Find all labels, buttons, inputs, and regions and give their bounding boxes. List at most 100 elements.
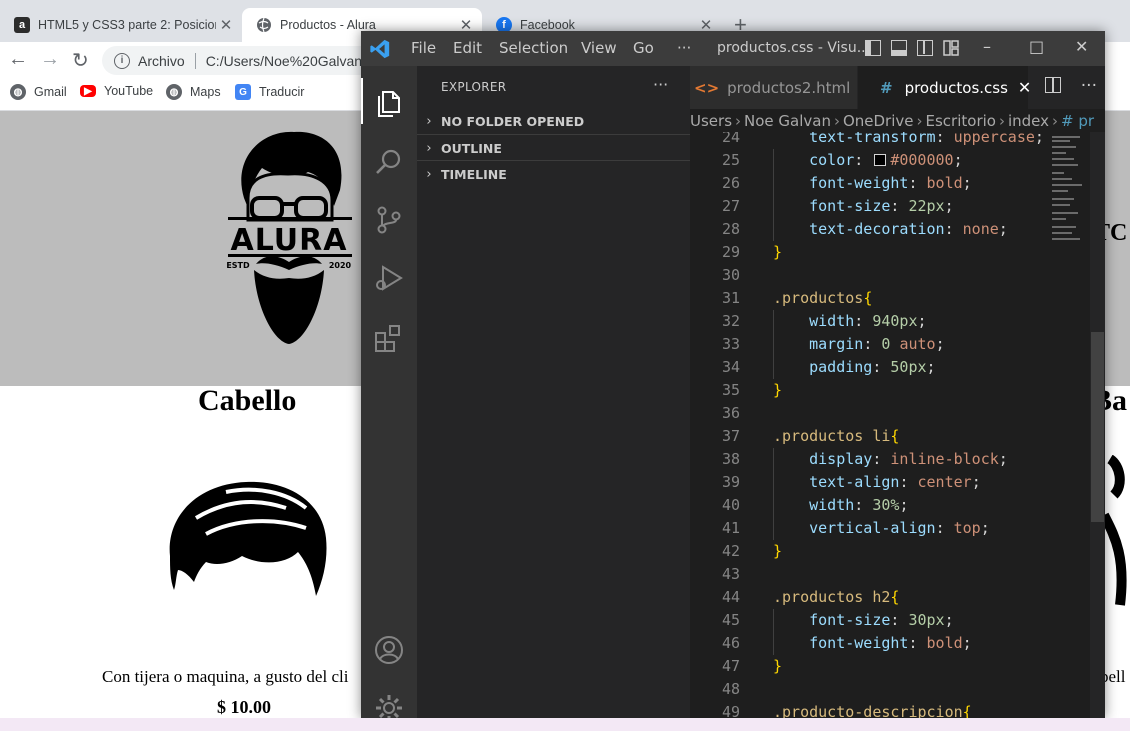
info-icon[interactable]: i: [114, 52, 130, 69]
breadcrumb-item[interactable]: Users: [690, 112, 732, 130]
indent-guide: [773, 149, 774, 241]
chevron-right-icon: ›: [426, 113, 432, 129]
bookmark-youtube[interactable]: ▶ YouTube: [80, 84, 153, 98]
run-and-debug-icon[interactable]: [373, 262, 405, 294]
tab-productos-css[interactable]: # productos.css ✕: [858, 66, 1031, 109]
toggle-secondary-sidebar-icon[interactable]: [917, 40, 933, 56]
code-line[interactable]: 25 color: #000000;: [690, 149, 1048, 172]
menu-edit[interactable]: Edit: [453, 39, 482, 57]
code-line[interactable]: 33 margin: 0 auto;: [690, 333, 1048, 356]
code-line[interactable]: 47}: [690, 655, 1048, 678]
menu-go[interactable]: Go: [633, 39, 654, 57]
extensions-icon[interactable]: [373, 322, 405, 354]
more-actions-icon[interactable]: ···: [1081, 76, 1097, 96]
code-line[interactable]: 39 text-align: center;: [690, 471, 1048, 494]
explorer-icon[interactable]: [373, 86, 405, 118]
toggle-panel-icon[interactable]: [891, 40, 907, 56]
section-outline[interactable]: › OUTLINE: [417, 134, 690, 161]
menu-more[interactable]: ···: [677, 39, 691, 57]
code-line[interactable]: 41 vertical-align: top;: [690, 517, 1048, 540]
bookmark-maps[interactable]: ◍ Maps: [166, 84, 221, 100]
section-timeline[interactable]: › TIMELINE: [417, 160, 690, 187]
code-text: padding: 50px;: [773, 358, 936, 376]
line-number: 35: [721, 381, 740, 399]
breadcrumb: Users › Noe Galvan › OneDrive › Escritorio ›…: [690, 112, 1095, 130]
code-line[interactable]: 26 font-weight: bold;: [690, 172, 1048, 195]
minimize-button[interactable]: –: [983, 37, 991, 56]
forward-arrow-icon[interactable]: →: [40, 48, 60, 71]
close-tab-icon[interactable]: ✕: [1018, 78, 1031, 97]
alura-logo: ALURA ESTD 2020: [226, 131, 352, 344]
breadcrumb-item[interactable]: OneDrive: [843, 112, 914, 130]
code-line[interactable]: 32 width: 940px;: [690, 310, 1048, 333]
bookmark-traducir[interactable]: G Traducir: [235, 84, 304, 100]
globe-icon: [256, 17, 272, 33]
bookmark-label: Traducir: [259, 85, 305, 99]
code-line[interactable]: 43: [690, 563, 1048, 586]
code-line[interactable]: 31 .productos{: [690, 287, 1048, 310]
code-line[interactable]: 46 font-weight: bold;: [690, 632, 1048, 655]
code-line[interactable]: 36: [690, 402, 1048, 425]
breadcrumb-item[interactable]: index: [1008, 112, 1049, 130]
tab-title: HTML5 y CSS3 parte 2: Posiciona: [38, 18, 216, 32]
code-line[interactable]: 48: [690, 678, 1048, 701]
code-line[interactable]: 45 font-size: 30px;: [690, 609, 1048, 632]
code-line[interactable]: 28 text-decoration: none;: [690, 218, 1048, 241]
back-arrow-icon[interactable]: ←: [8, 48, 28, 71]
menu-selection[interactable]: Selection: [499, 39, 568, 57]
alura-favicon-icon: a: [14, 17, 30, 33]
code-line[interactable]: 30: [690, 264, 1048, 287]
minimap[interactable]: [1048, 132, 1090, 718]
code-line[interactable]: 44 .productos h2{: [690, 586, 1048, 609]
globe-icon: ◍: [166, 84, 182, 100]
breadcrumb-item[interactable]: # pr: [1061, 112, 1094, 130]
browser-tab-html5-course[interactable]: a HTML5 y CSS3 parte 2: Posiciona ✕: [0, 8, 242, 42]
code-line[interactable]: 40 width: 30%;: [690, 494, 1048, 517]
reload-icon[interactable]: ↻: [72, 48, 89, 73]
code-line[interactable]: 24 text-transform: uppercase;: [690, 132, 1048, 149]
vscode-logo-icon: [370, 39, 390, 59]
split-editor-icon[interactable]: [1045, 77, 1062, 93]
line-number: 33: [721, 335, 740, 353]
code-line[interactable]: 42}: [690, 540, 1048, 563]
accounts-icon[interactable]: [373, 634, 405, 666]
settings-gear-icon[interactable]: [373, 692, 405, 718]
maximize-button[interactable]: □: [1029, 37, 1044, 56]
breadcrumb-item[interactable]: Escritorio: [926, 112, 996, 130]
menu-file[interactable]: File: [411, 39, 436, 57]
breadcrumb-item[interactable]: Noe Galvan: [744, 112, 831, 130]
code-editor[interactable]: 24 text-transform: uppercase; 25 color: #…: [690, 132, 1048, 718]
code-text: .productos h2{: [773, 588, 900, 606]
code-text: text-decoration: none;: [773, 220, 1008, 238]
code-line[interactable]: 35}: [690, 379, 1048, 402]
code-text: font-weight: bold;: [773, 174, 972, 192]
code-line[interactable]: 49 .producto-descripcion{: [690, 701, 1048, 718]
tab-productos2-html[interactable]: <> productos2.html: [690, 66, 857, 109]
line-number: 40: [721, 496, 740, 514]
code-text: width: 30%;: [773, 496, 909, 514]
close-tab-icon[interactable]: ✕: [216, 16, 236, 34]
code-line[interactable]: 27 font-size: 22px;: [690, 195, 1048, 218]
toggle-primary-sidebar-icon[interactable]: [865, 40, 881, 56]
editor-scrollbar[interactable]: [1090, 132, 1105, 718]
code-line[interactable]: 38 display: inline-block;: [690, 448, 1048, 471]
code-text: }: [773, 542, 783, 560]
section-no-folder-opened[interactable]: › NO FOLDER OPENED: [417, 108, 690, 134]
scrollbar-thumb[interactable]: [1091, 332, 1104, 522]
source-control-icon[interactable]: [373, 204, 405, 236]
close-window-button[interactable]: ✕: [1075, 37, 1088, 56]
explorer-more-actions[interactable]: ···: [653, 75, 668, 94]
color-swatch-icon[interactable]: [874, 154, 887, 166]
code-text: font-weight: bold;: [773, 634, 972, 652]
menu-view[interactable]: View: [581, 39, 617, 57]
code-text: text-align: center;: [773, 473, 981, 491]
customize-layout-icon[interactable]: [943, 40, 959, 56]
search-icon[interactable]: [373, 146, 405, 178]
code-line[interactable]: 29}: [690, 241, 1048, 264]
product-description: Con tijera o maquina, a gusto del cli: [102, 667, 349, 686]
code-line[interactable]: 37 .productos li{: [690, 425, 1048, 448]
code-line[interactable]: 34 padding: 50px;: [690, 356, 1048, 379]
explorer-title: EXPLORER: [441, 80, 507, 94]
code-text: display: inline-block;: [773, 450, 1008, 468]
bookmark-gmail[interactable]: ◍ Gmail: [10, 84, 67, 100]
